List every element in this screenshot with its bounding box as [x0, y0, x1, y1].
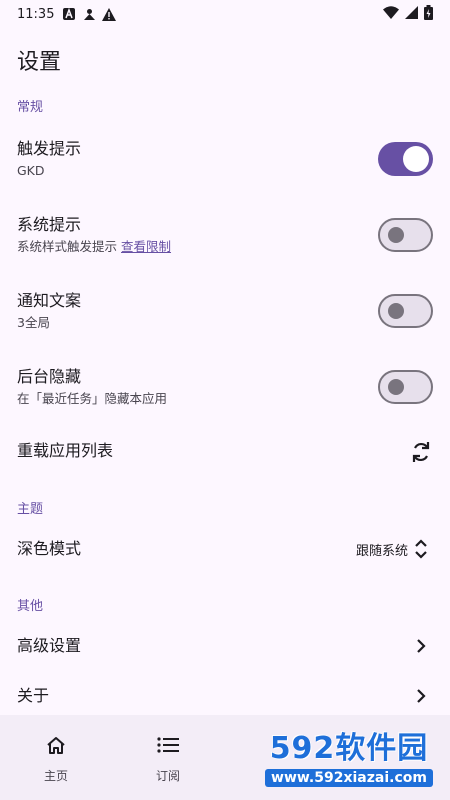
list-icon	[156, 733, 180, 757]
setting-desc: 系统样式触发提示 查看限制	[17, 238, 433, 256]
view-limits-link[interactable]: 查看限制	[121, 239, 171, 254]
toggle-thumb	[388, 227, 404, 243]
toggle-thumb	[388, 303, 404, 319]
trigger-tip-toggle[interactable]	[378, 142, 433, 176]
refresh-icon[interactable]	[409, 440, 433, 464]
notification-person-icon	[82, 7, 96, 21]
setting-about[interactable]: 关于	[0, 685, 450, 707]
setting-title: 关于	[17, 686, 50, 705]
setting-advanced[interactable]: 高级设置	[0, 635, 450, 657]
setting-desc-text: 系统样式触发提示	[17, 239, 118, 254]
setting-reload-apps[interactable]: 重载应用列表	[0, 440, 450, 462]
watermark-logo: 592软件园 www.592xiazai.com	[248, 720, 450, 790]
toggle-thumb	[388, 379, 404, 395]
setting-desc: GKD	[17, 163, 45, 178]
nav-item-subscribe[interactable]: 订阅	[112, 715, 224, 800]
section-header-general: 常规	[17, 100, 44, 115]
unfold-icon[interactable]	[409, 537, 433, 561]
setting-system-tip[interactable]: 系统提示 系统样式触发提示 查看限制	[0, 214, 450, 256]
setting-title: 重载应用列表	[17, 441, 114, 460]
dark-mode-value[interactable]: 跟随系统	[356, 540, 408, 559]
home-icon	[44, 733, 68, 757]
nav-label: 订阅	[155, 769, 180, 783]
setting-background-hide[interactable]: 后台隐藏 在「最近任务」隐藏本应用	[0, 366, 450, 408]
system-tip-toggle[interactable]	[378, 218, 433, 252]
battery-icon	[424, 4, 433, 24]
chevron-right-icon[interactable]	[409, 634, 433, 658]
cell-signal-icon	[405, 5, 418, 23]
setting-dark-mode[interactable]: 深色模式 跟随系统	[0, 538, 450, 560]
status-bar: 11:35	[0, 0, 450, 28]
section-header-theme: 主题	[17, 502, 44, 517]
warning-icon	[102, 7, 117, 21]
chevron-right-icon[interactable]	[409, 684, 433, 708]
watermark-brand: 592软件园	[269, 731, 429, 766]
setting-title: 高级设置	[17, 636, 82, 655]
setting-trigger-tip[interactable]: 触发提示 GKD	[0, 138, 450, 180]
setting-title: 后台隐藏	[17, 367, 82, 386]
section-header-other: 其他	[17, 599, 44, 614]
nav-item-home[interactable]: 主页	[0, 715, 112, 800]
nav-label: 主页	[43, 769, 68, 783]
setting-notify-text[interactable]: 通知文案 3全局	[0, 290, 450, 332]
setting-desc: 在「最近任务」隐藏本应用	[17, 391, 168, 406]
setting-title: 系统提示	[17, 215, 82, 234]
notify-text-toggle[interactable]	[378, 294, 433, 328]
background-hide-toggle[interactable]	[378, 370, 433, 404]
notification-a-icon	[62, 7, 76, 21]
page-title: 设置	[17, 50, 62, 75]
watermark-url: www.592xiazai.com	[265, 769, 433, 787]
setting-desc: 3全局	[17, 315, 50, 330]
setting-title: 通知文案	[17, 291, 82, 310]
wifi-icon	[383, 5, 399, 23]
status-time: 11:35	[17, 6, 55, 22]
toggle-thumb	[403, 146, 429, 172]
setting-title: 触发提示	[17, 139, 82, 158]
